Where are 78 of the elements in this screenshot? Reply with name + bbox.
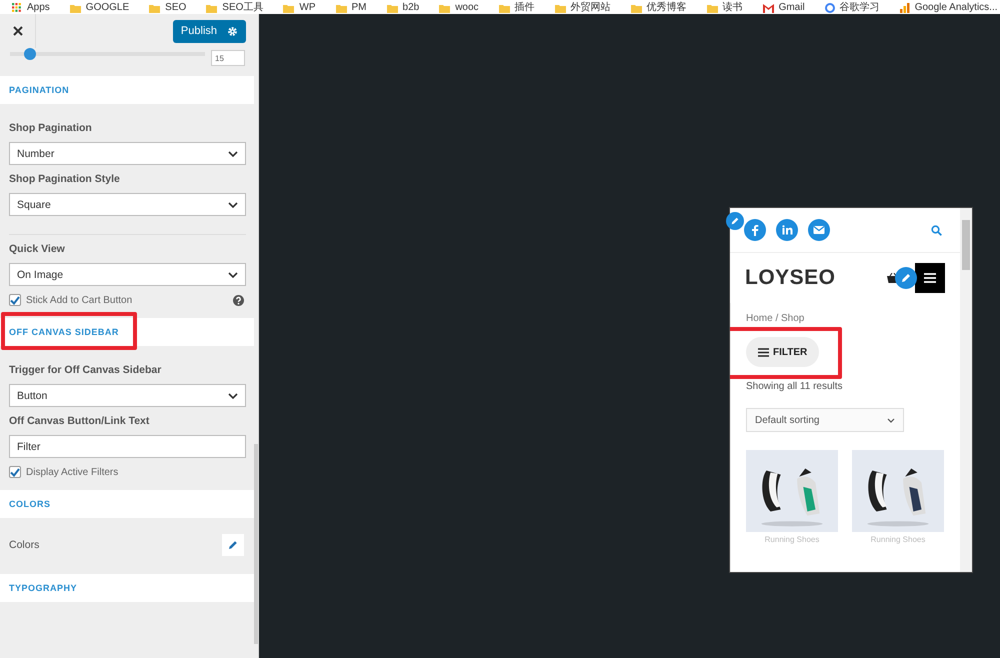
folder-icon [554,4,566,12]
edit-button[interactable] [222,534,244,556]
folder-icon [630,4,642,12]
edit-pencil-icon[interactable] [895,267,917,289]
checkbox[interactable] [9,466,21,478]
section-title: OFF CANVAS SIDEBAR [9,327,119,337]
mail-icon [762,4,774,12]
field-label: Off Canvas Button/Link Text [9,415,150,427]
section-header[interactable]: OFF CANVAS SIDEBAR [0,318,254,346]
chevron-down-icon [228,392,238,398]
scrollbar[interactable] [254,444,258,644]
result-count: Showing all 11 results [746,381,844,392]
filter-button[interactable]: FILTER [746,337,820,367]
sorting-select[interactable]: Default sorting [746,408,904,432]
folder-icon [336,4,347,12]
select-field[interactable]: On Image [9,263,246,286]
field-label: Colors [9,539,40,551]
folder-icon [386,4,398,12]
bookmark-link[interactable]: GOOGLE [70,2,130,14]
breadcrumb: Home / Shop [746,313,806,324]
folder-icon [706,4,718,12]
field-label: Quick View [9,243,66,255]
select-field[interactable]: Square [9,193,246,216]
bookmark-link[interactable]: 谷歌学习 [824,2,880,14]
folder-icon [439,4,450,12]
chevron-down-icon [887,418,895,422]
section-title: PAGINATION [9,85,70,95]
checkbox[interactable] [9,294,21,306]
bookmark-link[interactable]: 外贸网站 [554,2,611,14]
search-icon[interactable] [931,224,942,236]
field-label: Shop Pagination [9,122,93,134]
apps-icon [12,3,22,13]
section-header[interactable]: TYPOGRAPHY [0,574,254,602]
menu-button[interactable] [915,263,945,293]
publish-button[interactable]: Publish [172,20,246,42]
chevron-down-icon [228,202,238,208]
section-title: TYPOGRAPHY [9,583,78,593]
mail-icon[interactable] [808,219,830,241]
facebook-icon[interactable] [744,219,766,241]
menu-icon [758,348,769,356]
settings-icon [227,26,238,36]
chevron-down-icon [228,272,238,278]
checkbox-label: Stick Add to Cart Button [26,294,134,306]
close-icon [12,26,22,36]
text-field[interactable]: Filter [9,435,246,458]
field-label: Shop Pagination Style [9,173,121,185]
section-header[interactable]: COLORS [0,490,254,518]
bookmark-link[interactable]: PM [336,2,367,14]
chevron-down-icon [228,150,238,156]
select-field[interactable]: Button [9,384,246,407]
slider-thumb[interactable] [24,48,36,60]
bookmark-link[interactable]: b2b [386,2,420,14]
google-icon [824,3,835,13]
folder-icon [498,4,510,12]
help-icon[interactable] [233,294,244,306]
bookmark-link[interactable]: WP [283,2,316,14]
bookmark-link[interactable]: 读书 [706,2,743,14]
field-label: Trigger for Off Canvas Sidebar [9,364,162,376]
site-logo[interactable]: LOYSEO [745,266,887,290]
menu-icon [924,273,936,283]
bookmark-link[interactable]: SEO [149,2,186,14]
bookmark-link[interactable]: 插件 [498,2,535,14]
bar-chart-icon [900,3,910,13]
folder-icon [283,4,294,12]
bookmark-link[interactable]: 优秀博客 [630,2,687,14]
linkedin-icon[interactable] [776,219,798,241]
edit-pencil-icon[interactable] [726,212,744,230]
slider-value-field[interactable]: 15 [211,50,245,66]
pencil-icon [228,540,238,550]
bookmark-link[interactable]: wooc [439,2,479,14]
bookmark-link[interactable]: Apps [12,2,50,14]
bookmark-link[interactable]: SEO工具 [206,2,264,14]
select-field[interactable]: Number [9,142,246,165]
section-header[interactable]: PAGINATION [0,76,254,104]
checkbox-label: Display Active Filters [26,466,120,478]
section-title: COLORS [9,499,51,509]
bookmark-link[interactable]: Google Analytics... [900,2,998,14]
bookmark-link[interactable]: Gmail [762,2,805,14]
